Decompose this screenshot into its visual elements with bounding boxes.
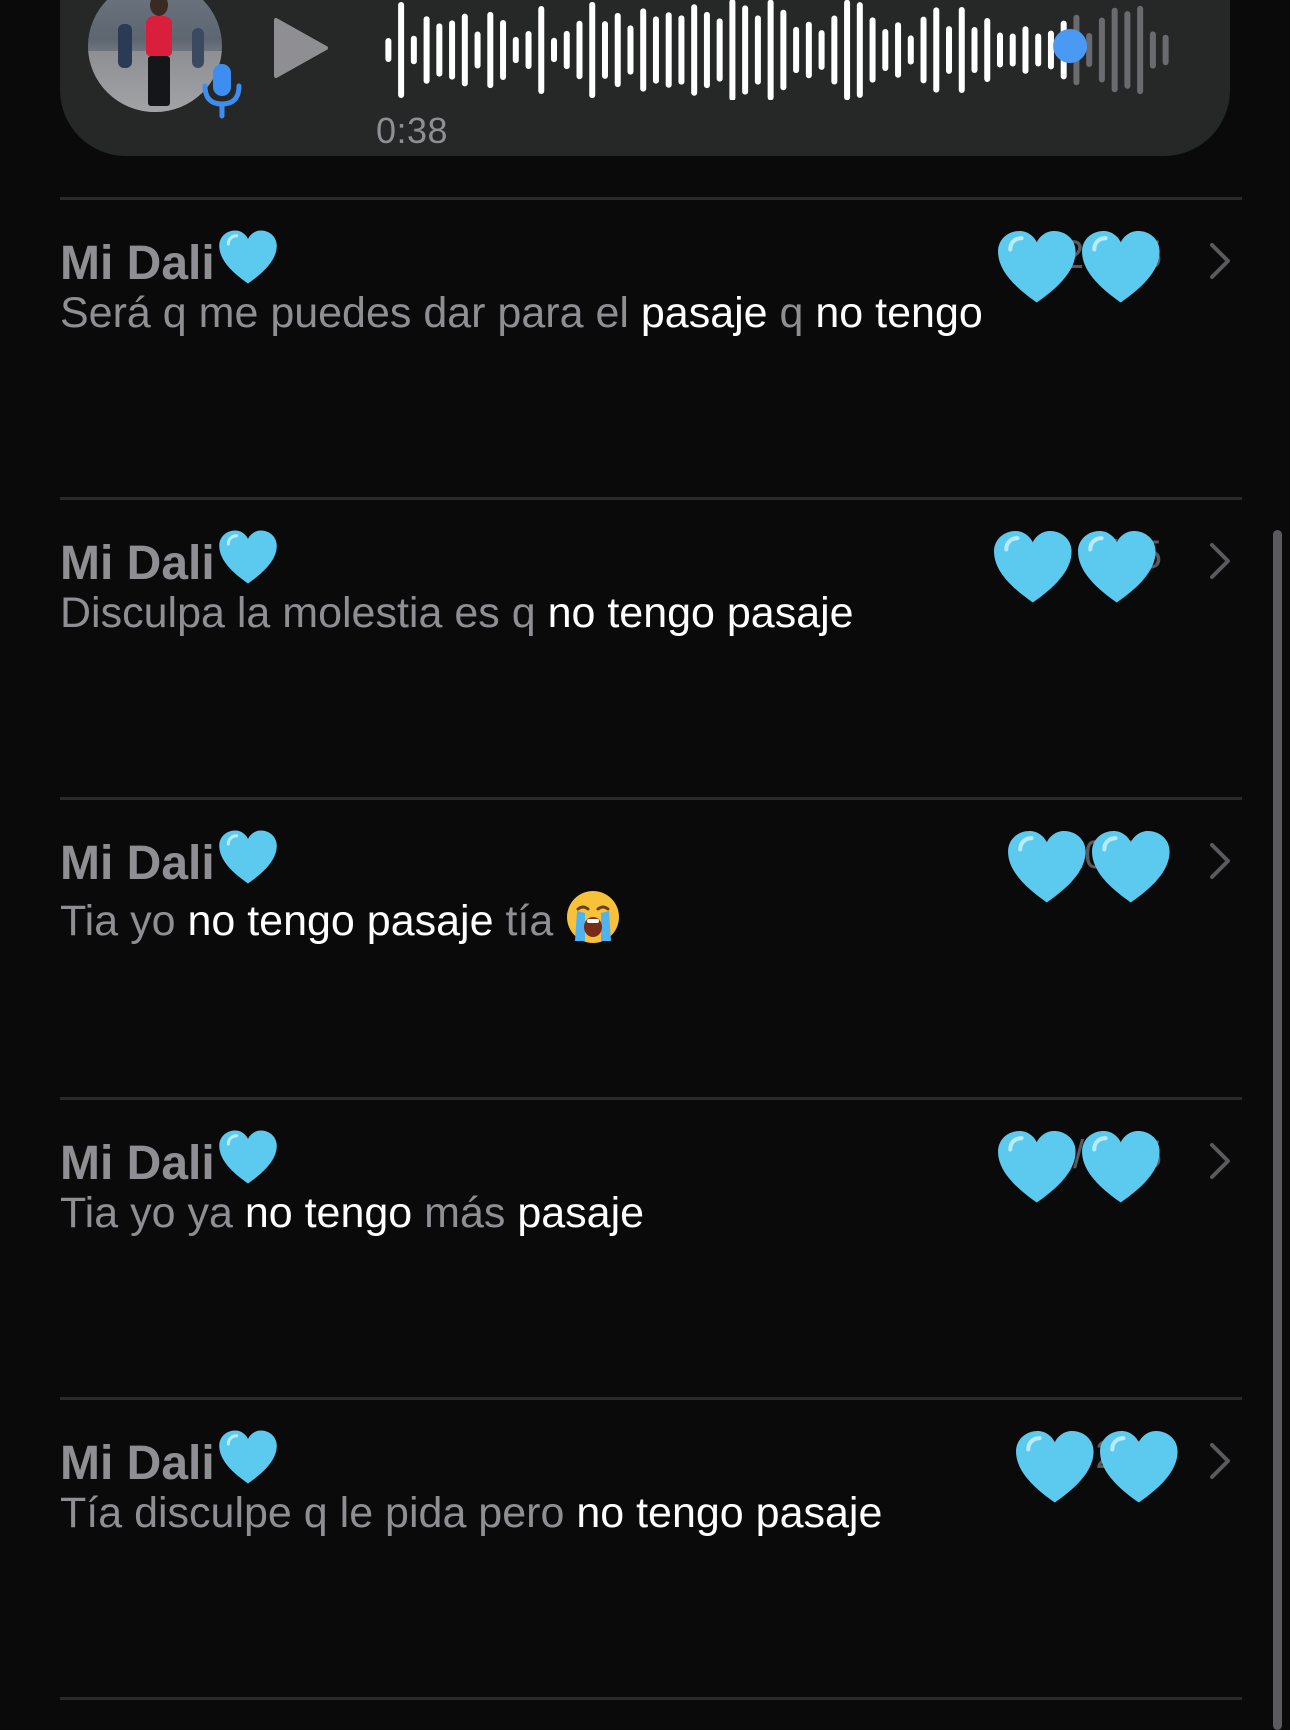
row-divider xyxy=(60,197,1242,200)
search-results-list: Mi Dali24/25Será q me puedes dar para el… xyxy=(0,197,1290,1707)
message-snippet: Tia yo ya no tengo más pasaje xyxy=(60,1189,644,1238)
playback-scrubber[interactable] xyxy=(1053,29,1088,63)
sender-name: Mi Dali xyxy=(60,1429,279,1491)
search-match-text: no tengo xyxy=(244,1189,413,1237)
message-snippet: Será q me puedes dar para el pasaje q no… xyxy=(60,289,983,338)
voice-waveform[interactable] xyxy=(382,0,1172,100)
voice-message-bubble[interactable]: 0:38 xyxy=(60,0,1230,156)
search-match-text: no tengo xyxy=(815,289,983,337)
sender-name-text: Mi Dali xyxy=(60,1437,215,1490)
sender-name: Mi Dali xyxy=(60,229,279,291)
message-snippet: Tia yo no tengo pasaje tía xyxy=(60,889,621,946)
chevron-right-icon[interactable] xyxy=(1208,1141,1232,1181)
search-match-text: no tengo pasaje xyxy=(187,897,494,945)
snippet-text: Disculpa la molestia es q xyxy=(60,589,548,637)
chevron-right-icon[interactable] xyxy=(1208,241,1232,281)
light-blue-hearts-overlay-icon xyxy=(998,231,1160,303)
search-result-row[interactable]: Mi Dali1/5/25Tia yo ya no tengo más pasa… xyxy=(0,1097,1290,1397)
search-match-text: pasaje xyxy=(517,1189,645,1237)
avatar-photo-person xyxy=(146,16,172,56)
light-blue-heart-icon xyxy=(218,530,277,584)
chevron-right-icon[interactable] xyxy=(1208,841,1232,881)
sender-name-text: Mi Dali xyxy=(60,237,215,290)
sender-name: Mi Dali xyxy=(60,529,279,591)
sender-name-text: Mi Dali xyxy=(60,837,215,890)
row-divider xyxy=(60,797,1242,800)
avatar-photo-bystander xyxy=(118,24,132,68)
search-result-row[interactable]: Mi Dali2/1/Tía disculpe q le pida pero n… xyxy=(0,1397,1290,1697)
play-icon[interactable] xyxy=(272,16,332,80)
snippet-text: q xyxy=(767,289,816,337)
search-result-row[interactable]: Mi Dali3/10/25Tia yo no tengo pasaje tía xyxy=(0,797,1290,1097)
list-end xyxy=(0,1697,1290,1707)
snippet-text: más xyxy=(412,1189,518,1237)
search-result-row[interactable]: Mi Dali2/25Disculpa la molestia es q no … xyxy=(0,497,1290,797)
light-blue-hearts-overlay-icon xyxy=(1008,831,1170,903)
light-blue-hearts-overlay-icon xyxy=(998,1131,1160,1203)
snippet-text: Será q me puedes dar para el xyxy=(60,289,641,337)
message-snippet: Disculpa la molestia es q no tengo pasaj… xyxy=(60,589,854,638)
row-divider xyxy=(60,1397,1242,1400)
chevron-right-icon[interactable] xyxy=(1208,541,1232,581)
scrollbar[interactable] xyxy=(1273,530,1282,1730)
snippet-text: Tía disculpe q le pida pero xyxy=(60,1489,577,1537)
search-match-text: no tengo pasaje xyxy=(576,1489,883,1537)
sender-name-text: Mi Dali xyxy=(60,537,215,590)
light-blue-hearts-overlay-icon xyxy=(994,531,1156,603)
search-match-text: pasaje xyxy=(640,289,768,337)
loudly-crying-face-icon xyxy=(567,891,620,943)
sender-name: Mi Dali xyxy=(60,829,279,891)
avatar-photo-person-head xyxy=(150,0,168,16)
message-snippet: Tía disculpe q le pida pero no tengo pas… xyxy=(60,1489,882,1538)
row-divider xyxy=(60,497,1242,500)
light-blue-heart-icon xyxy=(218,1130,277,1184)
light-blue-heart-icon xyxy=(218,830,277,884)
snippet-text: Tia yo xyxy=(60,897,188,945)
row-divider xyxy=(60,1097,1242,1100)
snippet-text: Tia yo ya xyxy=(60,1189,245,1237)
sender-name-text: Mi Dali xyxy=(60,1137,215,1190)
avatar-photo-person-legs xyxy=(148,56,170,106)
voice-duration: 0:38 xyxy=(376,110,449,151)
row-divider xyxy=(60,1697,1242,1700)
microphone-icon xyxy=(202,64,242,119)
light-blue-hearts-overlay-icon xyxy=(1016,1431,1178,1503)
snippet-text: tía xyxy=(493,897,566,945)
chevron-right-icon[interactable] xyxy=(1208,1441,1232,1481)
sender-name: Mi Dali xyxy=(60,1129,279,1191)
light-blue-heart-icon xyxy=(218,1430,277,1484)
search-result-row[interactable]: Mi Dali24/25Será q me puedes dar para el… xyxy=(0,197,1290,497)
search-match-text: no tengo pasaje xyxy=(547,589,854,637)
light-blue-heart-icon xyxy=(218,230,277,284)
